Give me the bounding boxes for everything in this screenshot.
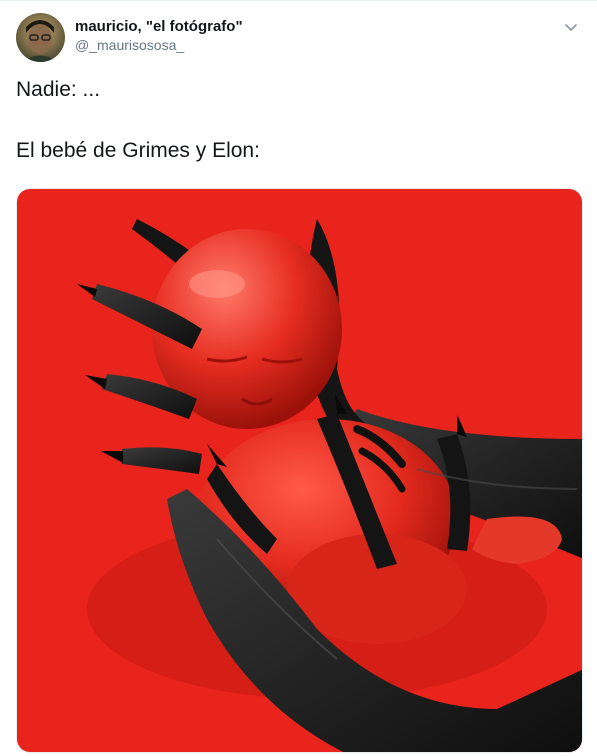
tweet-line: Nadie: ...: [16, 78, 101, 101]
avatar[interactable]: [16, 13, 65, 62]
tweet-text: Nadie: ... El bebé de Grimes y Elon:: [16, 75, 581, 166]
baby-in-black-hands-illustration: [17, 189, 582, 752]
tweet-card[interactable]: mauricio, "el fotógrafo" @_maurisososa_ …: [0, 0, 597, 756]
tweet-header: mauricio, "el fotógrafo" @_maurisososa_: [16, 13, 581, 63]
chevron-down-icon[interactable]: [561, 17, 581, 37]
tweet-image[interactable]: [16, 188, 583, 753]
display-name[interactable]: mauricio, "el fotógrafo": [75, 17, 243, 36]
author-names[interactable]: mauricio, "el fotógrafo" @_maurisososa_: [75, 17, 243, 54]
user-handle[interactable]: @_maurisososa_: [75, 36, 243, 54]
tweet-line: El bebé de Grimes y Elon:: [16, 139, 260, 162]
